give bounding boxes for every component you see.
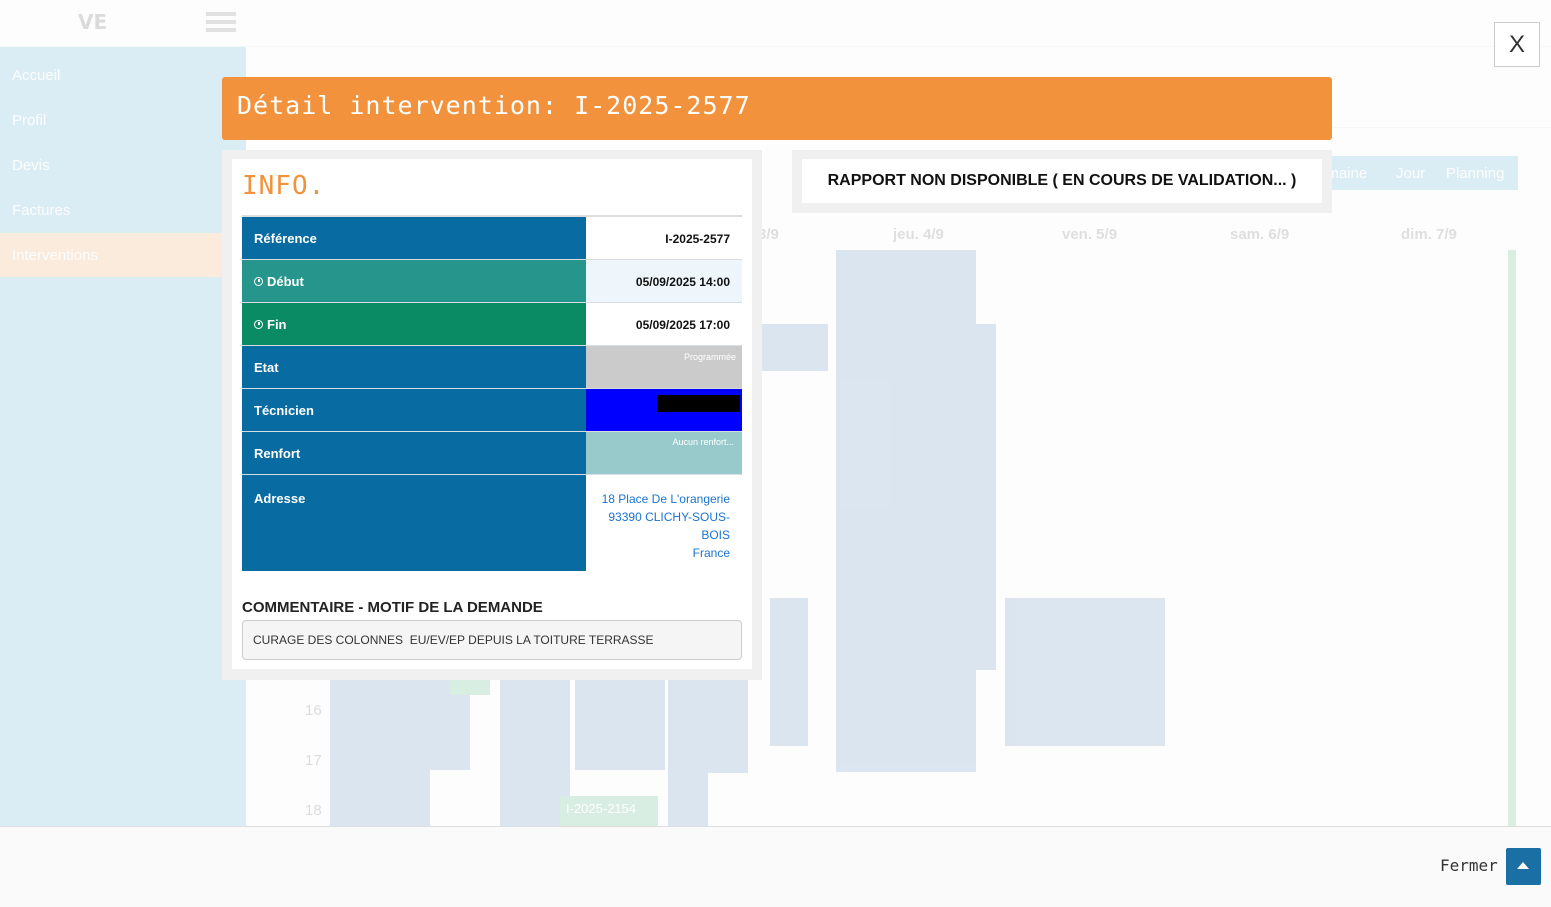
modal-close-button[interactable]: X [1494, 22, 1540, 67]
reference-label: Référence [242, 217, 586, 260]
adresse-line: 18 Place De L'orangerie [601, 492, 730, 506]
row-reference: Référence I-2025-2577 [242, 217, 742, 260]
row-technicien: Técnicien [242, 389, 742, 432]
modal-footer: Fermer [0, 826, 1551, 907]
modal-title: Détail intervention: I-2025-2577 [237, 91, 751, 120]
adresse-line: France [692, 546, 730, 560]
sidebar-item-factures: Factures [12, 202, 71, 219]
adresse-line: BOIS [701, 528, 730, 542]
row-fin: Fin 05/09/2025 17:00 [242, 303, 742, 346]
etat-label: Etat [242, 346, 586, 389]
hour-label: 18 [305, 802, 322, 819]
sidebar-item-accueil: Accueil [12, 67, 61, 84]
technicien-redacted [657, 395, 740, 412]
adresse-value[interactable]: 18 Place De L'orangerie 93390 CLICHY-SOU… [586, 475, 742, 571]
info-card: INFO. Référence I-2025-2577 Début 05/09/… [232, 159, 752, 669]
calendar-event [1508, 250, 1516, 826]
debut-label: Début [267, 274, 304, 289]
sidebar-item-profil: Profil [12, 112, 47, 129]
calendar-event [836, 250, 976, 772]
clock-icon [254, 277, 263, 286]
tab-planning: Planning [1446, 165, 1505, 182]
technicien-value-cell [586, 389, 742, 432]
sidebar-item-devis: Devis [12, 157, 50, 174]
info-panel: INFO. Référence I-2025-2577 Début 05/09/… [222, 150, 762, 680]
day-header: jeu. 4/9 [893, 226, 944, 243]
fin-label-cell: Fin [242, 303, 586, 346]
renfort-label: Renfort [242, 432, 586, 475]
renfort-value: Aucun renfort... [586, 432, 742, 475]
adresse-line: 93390 CLICHY-SOUS- [608, 510, 730, 524]
view-tabs [1300, 156, 1518, 190]
fin-label: Fin [267, 317, 287, 332]
clock-icon [254, 320, 263, 329]
info-title: INFO. [242, 171, 326, 201]
row-adresse: Adresse 18 Place De L'orangerie 93390 CL… [242, 475, 742, 571]
calendar-event [946, 324, 996, 670]
rapport-status: RAPPORT NON DISPONIBLE ( EN COURS DE VAL… [802, 159, 1322, 203]
calendar-event [762, 324, 828, 371]
fermer-button[interactable]: Fermer [1440, 856, 1498, 875]
reference-value: I-2025-2577 [586, 217, 742, 260]
adresse-label: Adresse [242, 475, 586, 571]
calendar-event [560, 796, 658, 826]
calendar-event [770, 598, 808, 746]
comment-title: COMMENTAIRE - MOTIF DE LA DEMANDE [242, 599, 543, 616]
calendar-event [1005, 598, 1165, 746]
day-header: ven. 5/9 [1062, 226, 1118, 243]
calendar-event [575, 680, 665, 770]
comment-box: CURAGE DES COLONNES EU/EV/EP DEPUIS LA T… [242, 620, 742, 660]
rapport-panel: RAPPORT NON DISPONIBLE ( EN COURS DE VAL… [792, 150, 1332, 213]
modal-header: Détail intervention: I-2025-2577 [222, 77, 1332, 140]
row-renfort: Renfort Aucun renfort... [242, 432, 742, 475]
etat-value: Programmée [586, 346, 742, 389]
hour-label: 16 [305, 702, 322, 719]
debut-label-cell: Début [242, 260, 586, 303]
sidebar-active-bg [0, 233, 246, 277]
top-bar: VE [0, 0, 1551, 47]
scroll-to-top-button[interactable] [1506, 848, 1541, 885]
calendar-event [708, 670, 748, 773]
day-header: dim. 7/9 [1401, 226, 1457, 243]
debut-value: 05/09/2025 14:00 [586, 260, 742, 303]
hour-label: 17 [305, 752, 322, 769]
fin-value: 05/09/2025 17:00 [586, 303, 742, 346]
menu-icon [206, 8, 236, 34]
logo: VE [78, 10, 108, 34]
sidebar: Accueil Profil Devis Factures Interventi… [0, 47, 246, 827]
row-etat: Etat Programmée [242, 346, 742, 389]
day-header: sam. 6/9 [1230, 226, 1290, 243]
technicien-label: Técnicien [242, 389, 586, 432]
sidebar-item-interventions: Interventions [12, 247, 98, 264]
calendar-event-label: I-2025-2154 [566, 801, 637, 816]
row-debut: Début 05/09/2025 14:00 [242, 260, 742, 303]
tab-jour: Jour [1396, 165, 1426, 182]
